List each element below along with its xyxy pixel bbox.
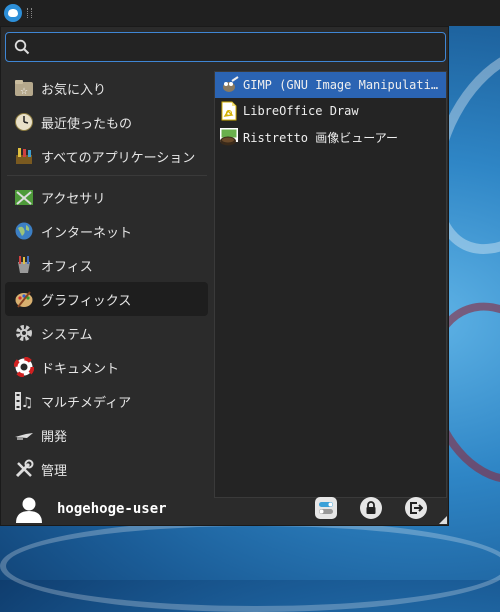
multimedia-icon: ♫ — [13, 390, 35, 412]
accessories-icon — [13, 186, 35, 208]
search-box[interactable] — [5, 32, 446, 62]
category-development[interactable]: 開発 — [5, 418, 208, 452]
recent-icon — [13, 111, 35, 133]
category-accessories[interactable]: アクセサリ — [5, 180, 208, 214]
gimp-icon — [223, 76, 239, 92]
category-multimedia[interactable]: ♫ マルチメディア — [5, 384, 208, 418]
graphics-icon — [13, 288, 35, 310]
category-label: ドキュメント — [41, 361, 120, 377]
category-recent[interactable]: 最近使ったもの — [5, 105, 208, 139]
app-item-ristretto[interactable]: Ristretto 画像ビューアー — [215, 124, 446, 150]
help-icon — [13, 356, 35, 378]
app-label: LibreOffice Draw — [243, 104, 359, 118]
logout-icon — [410, 502, 423, 514]
logout-button[interactable] — [405, 497, 427, 519]
category-graphics[interactable]: グラフィックス — [5, 282, 208, 316]
user-section: hogehoge-user — [15, 495, 167, 523]
category-label: マルチメディア — [41, 395, 132, 411]
category-label: アクセサリ — [41, 191, 106, 207]
category-favorites[interactable]: ☆ お気に入り — [5, 71, 208, 105]
lock-screen-button[interactable] — [360, 497, 382, 519]
user-name: hogehoge-user — [57, 501, 167, 517]
resize-grip[interactable] — [439, 516, 447, 524]
top-panel — [0, 0, 500, 26]
internet-icon — [13, 220, 35, 242]
office-icon — [13, 254, 35, 276]
category-separator — [7, 175, 207, 176]
category-label: 最近使ったもの — [41, 116, 133, 132]
settings-manager-icon — [319, 502, 333, 514]
xfce-mouse-icon[interactable] — [4, 4, 22, 22]
lock-icon — [366, 501, 376, 514]
category-label: グラフィックス — [41, 293, 132, 309]
wallpaper-swirl — [0, 520, 500, 612]
category-label: すべてのアプリケーション — [41, 150, 196, 166]
category-office[interactable]: オフィス — [5, 248, 208, 282]
category-internet[interactable]: インターネット — [5, 214, 208, 248]
favorites-icon: ☆ — [13, 77, 35, 99]
whisker-menu: ☆ お気に入り 最近使ったもの すべてのアプリケーション アクセサリ インターネ… — [0, 26, 449, 526]
category-label: 管理 — [41, 463, 68, 479]
category-label: インターネット — [41, 225, 133, 241]
category-label: システム — [41, 327, 93, 343]
search-input[interactable] — [36, 38, 430, 56]
panel-handle[interactable] — [27, 8, 32, 18]
app-label: GIMP (GNU Image Manipulati… — [243, 78, 439, 92]
libreoffice-draw-icon — [221, 101, 237, 121]
app-label: Ristretto 画像ビューアー — [243, 130, 399, 145]
category-system[interactable]: システム — [5, 316, 208, 350]
all-apps-icon — [13, 145, 35, 167]
category-settings[interactable]: 管理 — [5, 452, 208, 486]
system-icon — [13, 322, 35, 344]
settings-icon — [13, 458, 35, 480]
app-item-gimp[interactable]: GIMP (GNU Image Manipulati… — [215, 72, 446, 98]
category-list: ☆ お気に入り 最近使ったもの すべてのアプリケーション アクセサリ インターネ… — [1, 71, 213, 486]
category-label: 開発 — [41, 429, 68, 445]
user-avatar-icon — [16, 497, 42, 523]
category-label: オフィス — [41, 259, 93, 275]
category-documents[interactable]: ドキュメント — [5, 350, 208, 384]
ristretto-icon — [220, 128, 238, 146]
settings-toggle-button[interactable] — [315, 497, 337, 519]
category-all-apps[interactable]: すべてのアプリケーション — [5, 139, 208, 173]
search-icon — [14, 39, 30, 55]
svg-text:☆: ☆ — [20, 87, 28, 97]
development-icon — [13, 424, 35, 446]
application-list: GIMP (GNU Image Manipulati… LibreOffice … — [214, 71, 447, 498]
app-item-libreoffice-draw[interactable]: LibreOffice Draw — [215, 98, 446, 124]
svg-text:♫: ♫ — [21, 395, 34, 411]
category-label: お気に入り — [41, 82, 107, 98]
menu-footer: hogehoge-user — [1, 489, 450, 527]
